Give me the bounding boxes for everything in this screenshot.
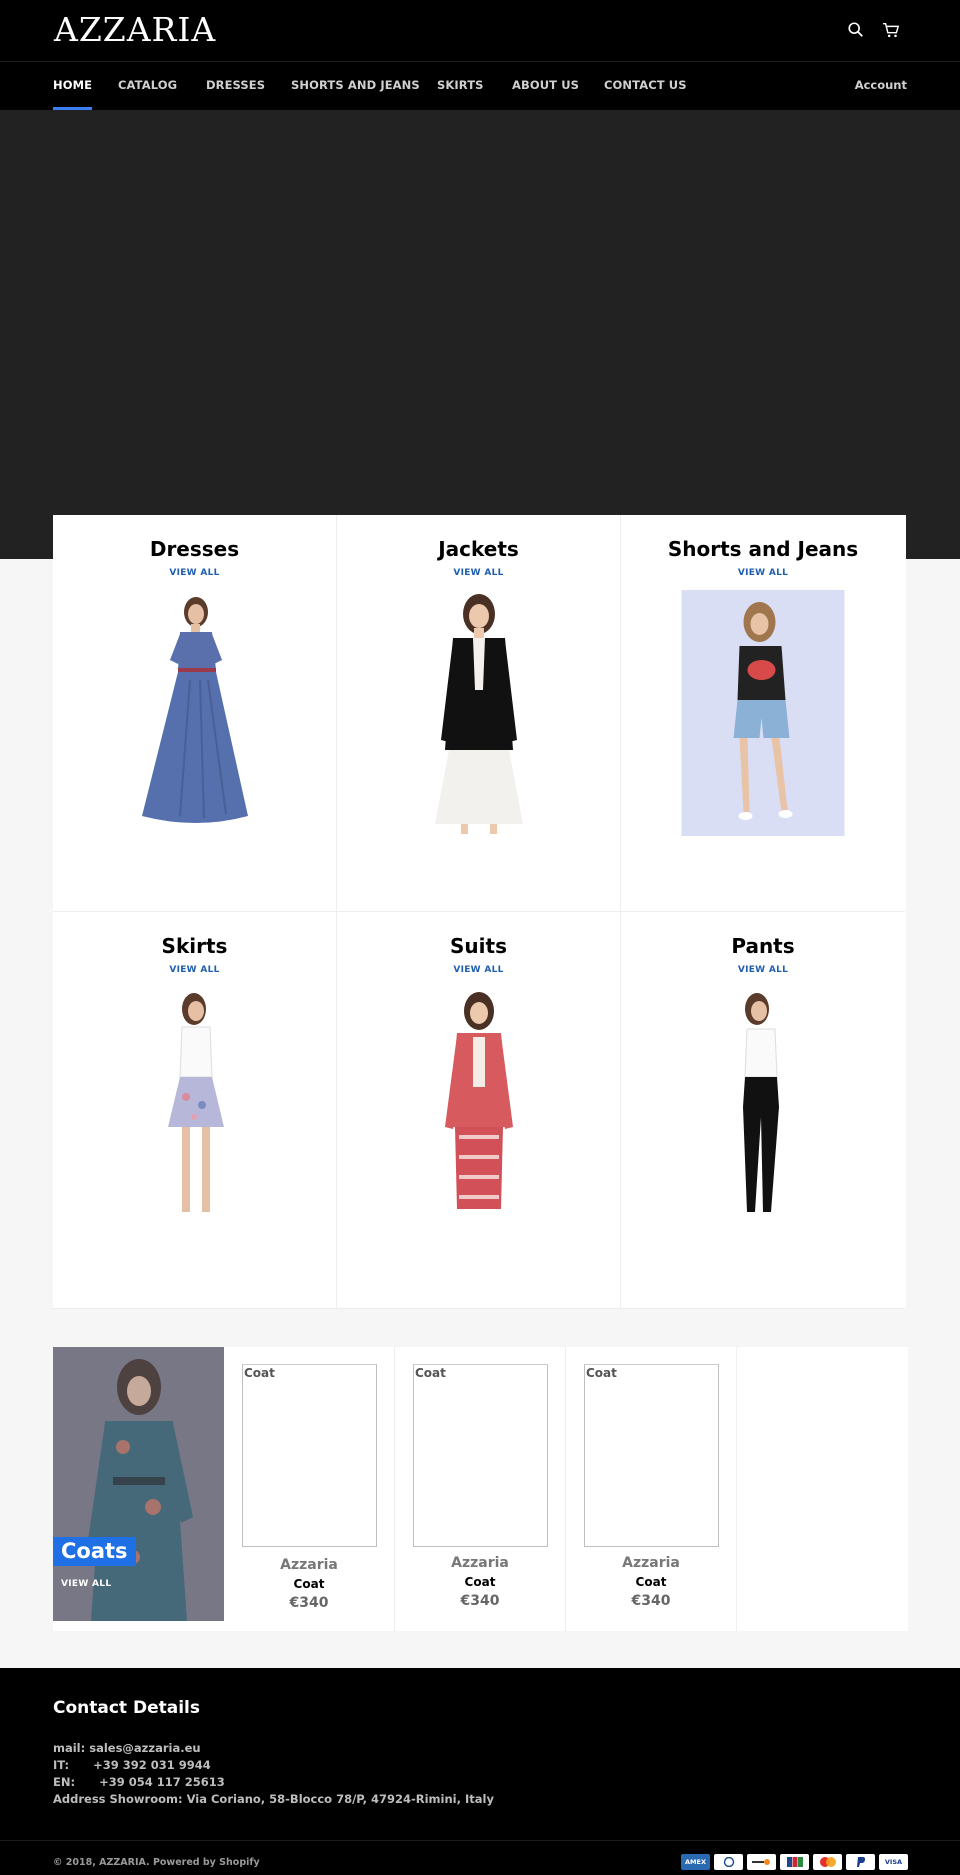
product-name[interactable]: Coat bbox=[395, 1575, 565, 1589]
footer-divider bbox=[0, 1840, 960, 1841]
collection-card-jackets[interactable]: Jackets VIEW ALL bbox=[337, 515, 621, 912]
product-card[interactable]: Coat Azzaria Coat €340 bbox=[566, 1347, 737, 1631]
collection-grid: Dresses VIEW ALL Jackets VIEW ALL Shorts… bbox=[53, 515, 906, 1309]
product-image[interactable]: Coat bbox=[413, 1364, 548, 1547]
view-all-link[interactable]: VIEW ALL bbox=[337, 965, 620, 975]
product-name[interactable]: Coat bbox=[566, 1575, 736, 1589]
site-header: AZZARIA bbox=[0, 0, 960, 62]
product-image-alt: Coat bbox=[586, 1366, 617, 1380]
suit-image[interactable] bbox=[429, 987, 529, 1222]
collection-card-shorts-and-jeans[interactable]: Shorts and Jeans VIEW ALL bbox=[621, 515, 905, 912]
nav-item-shorts-and-jeans[interactable]: SHORTS AND JEANS bbox=[291, 62, 420, 110]
nav-item-dresses[interactable]: DRESSES bbox=[206, 62, 265, 110]
product-price: €340 bbox=[289, 1595, 329, 1611]
nav-item-skirts[interactable]: SKIRTS bbox=[437, 62, 484, 110]
collection-title: Shorts and Jeans bbox=[667, 537, 859, 561]
collection-card-pants[interactable]: Pants VIEW ALL bbox=[621, 912, 905, 1309]
featured-collection-title[interactable]: Coats bbox=[53, 1537, 136, 1566]
jacket-image[interactable] bbox=[419, 590, 539, 835]
featured-view-all-link[interactable]: VIEW ALL bbox=[61, 1579, 111, 1589]
product-price: €340 bbox=[631, 1593, 671, 1609]
pants-image[interactable] bbox=[723, 987, 803, 1222]
footer-phone-en: EN: +39 054 117 25613 bbox=[53, 1775, 225, 1789]
product-image-alt: Coat bbox=[415, 1366, 446, 1380]
collection-title: Pants bbox=[731, 934, 795, 958]
site-logo[interactable]: AZZARIA bbox=[54, 10, 216, 49]
copyright: © 2018, AZZARIA. Powered by Shopify bbox=[53, 1857, 260, 1868]
footer-address: Address Showroom: Via Coriano, 58-Blocco… bbox=[53, 1792, 494, 1806]
product-image-alt: Coat bbox=[244, 1366, 275, 1380]
account-link[interactable]: Account bbox=[855, 62, 907, 108]
product-name[interactable]: Coat bbox=[224, 1577, 394, 1591]
collection-card-dresses[interactable]: Dresses VIEW ALL bbox=[53, 515, 337, 912]
shorts-image[interactable] bbox=[681, 590, 845, 836]
skirt-image[interactable] bbox=[150, 987, 240, 1222]
view-all-link[interactable]: VIEW ALL bbox=[337, 568, 620, 578]
nav-item-catalog[interactable]: CATALOG bbox=[118, 62, 177, 110]
footer-mail[interactable]: mail: sales@azzaria.eu bbox=[53, 1741, 201, 1755]
collection-title: Jackets bbox=[438, 537, 519, 561]
nav-item-about-us[interactable]: ABOUT US bbox=[512, 62, 579, 110]
diners-icon bbox=[714, 1854, 743, 1870]
site-footer: Contact Details mail: sales@azzaria.eu I… bbox=[0, 1668, 960, 1875]
collection-title: Suits bbox=[450, 934, 507, 958]
view-all-link[interactable]: VIEW ALL bbox=[621, 568, 905, 578]
dress-image[interactable] bbox=[130, 590, 260, 830]
collection-card-skirts[interactable]: Skirts VIEW ALL bbox=[53, 912, 337, 1309]
product-price: €340 bbox=[460, 1593, 500, 1609]
product-image[interactable]: Coat bbox=[242, 1364, 377, 1547]
jcb-icon bbox=[780, 1854, 809, 1870]
view-all-link[interactable]: VIEW ALL bbox=[53, 965, 336, 975]
cart-icon[interactable] bbox=[881, 20, 901, 40]
view-all-link[interactable]: VIEW ALL bbox=[53, 568, 336, 578]
collection-title: Skirts bbox=[161, 934, 228, 958]
hero-banner bbox=[0, 110, 960, 559]
nav-item-home[interactable]: HOME bbox=[53, 62, 93, 110]
product-vendor: Azzaria bbox=[280, 1557, 338, 1573]
collection-card-suits[interactable]: Suits VIEW ALL bbox=[337, 912, 621, 1309]
mastercard-icon bbox=[813, 1854, 842, 1870]
nav-item-contact-us[interactable]: CONTACT US bbox=[604, 62, 687, 110]
product-image[interactable]: Coat bbox=[584, 1364, 719, 1547]
main-nav: HOME CATALOG DRESSES SHORTS AND JEANS SK… bbox=[0, 62, 960, 110]
featured-collection: Coats VIEW ALL Coat Azzaria Coat €340 Co… bbox=[53, 1347, 908, 1631]
discover-icon bbox=[747, 1854, 776, 1870]
footer-title: Contact Details bbox=[53, 1698, 200, 1718]
view-all-link[interactable]: VIEW ALL bbox=[621, 965, 905, 975]
search-icon[interactable] bbox=[846, 20, 866, 40]
product-vendor: Azzaria bbox=[622, 1555, 680, 1571]
product-card[interactable]: Coat Azzaria Coat €340 bbox=[224, 1347, 395, 1631]
coats-collection-banner[interactable]: Coats VIEW ALL bbox=[53, 1347, 224, 1621]
product-vendor: Azzaria bbox=[451, 1555, 509, 1571]
footer-phone-it: IT: +39 392 031 9944 bbox=[53, 1758, 211, 1772]
paypal-icon bbox=[846, 1854, 875, 1870]
collection-title: Dresses bbox=[149, 537, 240, 561]
visa-icon: VISA bbox=[879, 1854, 908, 1870]
amex-icon: AMEX bbox=[681, 1854, 710, 1870]
product-card[interactable]: Coat Azzaria Coat €340 bbox=[395, 1347, 566, 1631]
